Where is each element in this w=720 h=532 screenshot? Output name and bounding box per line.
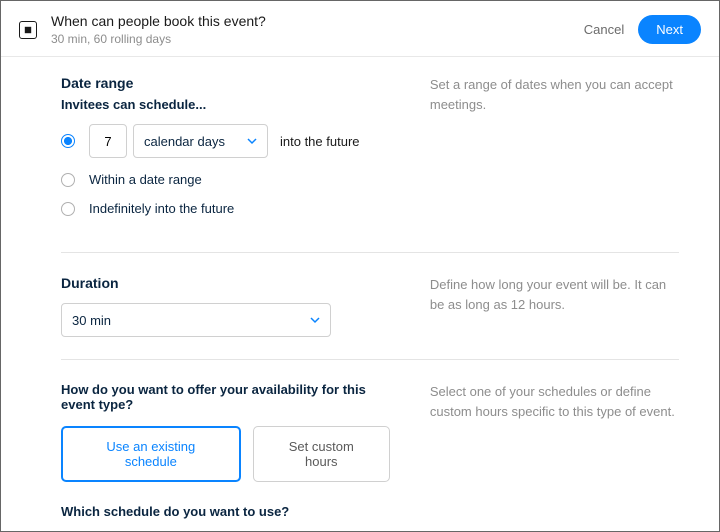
option-rolling-days[interactable]: calendar days into the future [61, 124, 390, 158]
invitees-label: Invitees can schedule... [61, 97, 390, 112]
calendar-icon [19, 21, 37, 39]
radio-indefinite[interactable] [61, 202, 75, 216]
date-range-help: Set a range of dates when you can accept… [430, 75, 679, 230]
chevron-down-icon [247, 136, 257, 146]
divider [61, 359, 679, 360]
divider [61, 252, 679, 253]
duration-value: 30 min [72, 313, 111, 328]
radio-rolling-days[interactable] [61, 134, 75, 148]
cancel-link[interactable]: Cancel [584, 22, 624, 37]
option-within-range[interactable]: Within a date range [61, 172, 390, 187]
future-suffix: into the future [280, 134, 360, 149]
availability-question: How do you want to offer your availabili… [61, 382, 390, 412]
duration-help: Define how long your event will be. It c… [430, 275, 679, 337]
panel-body: Date range Invitees can schedule... cale… [1, 57, 719, 531]
next-button[interactable]: Next [638, 15, 701, 44]
duration-section: Duration 30 min Define how long your eve… [61, 275, 679, 337]
days-unit-select[interactable]: calendar days [133, 124, 268, 158]
option-indefinite[interactable]: Indefinitely into the future [61, 201, 390, 216]
panel-subtitle: 30 min, 60 rolling days [51, 32, 584, 46]
within-range-label: Within a date range [89, 172, 202, 187]
duration-title: Duration [61, 275, 390, 291]
radio-within-range[interactable] [61, 173, 75, 187]
availability-section: How do you want to offer your availabili… [61, 382, 679, 531]
use-existing-schedule-button[interactable]: Use an existing schedule [61, 426, 241, 482]
date-range-title: Date range [61, 75, 390, 91]
days-unit-value: calendar days [144, 134, 225, 149]
event-availability-panel: When can people book this event? 30 min,… [0, 0, 720, 532]
chevron-down-icon [310, 315, 320, 325]
panel-header: When can people book this event? 30 min,… [1, 1, 719, 57]
availability-options: Use an existing schedule Set custom hour… [61, 426, 390, 482]
availability-help: Select one of your schedules or define c… [430, 382, 679, 531]
which-schedule-label: Which schedule do you want to use? [61, 504, 390, 519]
date-range-section: Date range Invitees can schedule... cale… [61, 75, 679, 230]
days-input[interactable] [89, 124, 127, 158]
indefinite-label: Indefinitely into the future [89, 201, 234, 216]
header-titles: When can people book this event? 30 min,… [51, 13, 584, 46]
panel-title: When can people book this event? [51, 13, 584, 29]
duration-select[interactable]: 30 min [61, 303, 331, 337]
set-custom-hours-button[interactable]: Set custom hours [253, 426, 390, 482]
